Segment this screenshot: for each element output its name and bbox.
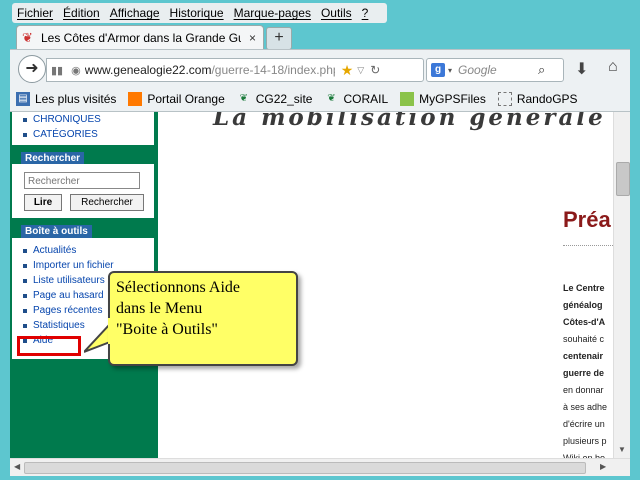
scroll-right-icon[interactable]: ▶ [600, 462, 606, 471]
sidebar-link-chroniques[interactable]: CHRONIQUES [12, 112, 154, 127]
para-line: à ses adhe [563, 402, 608, 412]
sidebar-link-categories[interactable]: CATÉGORIES [12, 127, 154, 142]
bookmark-label: CORAIL [343, 92, 389, 106]
blank-page-icon [497, 92, 512, 106]
tab-title: Les Côtes d'Armor dans la Grande Guerr..… [41, 31, 241, 45]
section-heading: Préa [563, 207, 611, 232]
para-line: souhaité c [563, 334, 605, 344]
para-line: d'écrire un [563, 419, 605, 429]
url-path: /guerre-14-18/index.php [211, 63, 335, 77]
tools-section-title: Boîte à outils [21, 225, 92, 238]
annotation-callout: Sélectionnons Aide dans le Menu "Boite à… [108, 271, 298, 366]
rechercher-button[interactable]: Rechercher [70, 194, 144, 211]
callout-line: dans le Menu [116, 300, 203, 317]
menu-edition[interactable]: Édition [58, 6, 105, 20]
lire-button[interactable]: Lire [24, 194, 62, 211]
bookmark-cg22[interactable]: ❦ CG22_site [237, 92, 313, 106]
horizontal-scroll-thumb[interactable] [24, 462, 586, 474]
bookmark-label: RandoGPS [516, 92, 578, 106]
page-icon: ▮▮ [51, 64, 64, 77]
tab-active[interactable]: ❦ Les Côtes d'Armor dans la Grande Guerr… [16, 25, 264, 50]
bookmark-orange[interactable]: Portail Orange [128, 92, 225, 106]
bookmark-folder-icon: ▤ [16, 92, 30, 106]
bookmarks-bar: ▤ Les plus visités Portail Orange ❦ CG22… [10, 87, 630, 112]
mygps-logo-icon [400, 92, 415, 106]
bookmark-corail[interactable]: ❦ CORAIL [324, 92, 388, 106]
para-line: Côtes-d'A [563, 317, 606, 327]
aide-highlight-box [17, 336, 81, 356]
sidebar-search-input[interactable]: Rechercher [24, 172, 140, 189]
bookmark-randogps[interactable]: RandoGPS [497, 92, 578, 106]
new-tab-button[interactable]: + [266, 27, 292, 50]
nav-toolbar: ➜ ▮▮ ◉ www.genealogie22.com/guerre-14-18… [10, 49, 630, 88]
para-line: centenair [563, 351, 604, 361]
corail-logo-icon: ❦ [327, 93, 336, 104]
para-line: Wiki en bo [563, 453, 606, 458]
url-domain: www.genealogie22.com [84, 63, 212, 77]
article-paragraph: Le Centre généalog Côtes-d'A souhaité c … [563, 280, 615, 458]
back-arrow-icon: ➜ [25, 60, 39, 77]
history-dropdown-icon[interactable]: ▽ [357, 65, 364, 76]
download-icon[interactable]: ⬇ [575, 59, 588, 79]
favicon-icon: ❦ [22, 30, 33, 45]
bookmark-label: MyGPSFiles [419, 92, 486, 106]
bookmark-most-visited[interactable]: ▤ Les plus visités [16, 92, 116, 106]
menu-marque-pages[interactable]: Marque-pages [229, 6, 316, 20]
tab-close-icon[interactable]: × [249, 31, 256, 45]
sidebar-top-links: CHRONIQUES CATÉGORIES [12, 112, 154, 145]
para-line: Le Centre [563, 280, 615, 297]
menu-affichage[interactable]: Affichage [105, 6, 165, 20]
para-line: plusieurs p [563, 436, 607, 446]
heading-divider [563, 245, 613, 246]
url-text: www.genealogie22.com/guerre-14-18/index.… [85, 63, 335, 77]
page-content: CHRONIQUES CATÉGORIES Rechercher Recherc… [10, 112, 630, 458]
vertical-scrollbar[interactable]: ▼ [613, 112, 630, 458]
reload-icon[interactable]: ↻ [370, 63, 380, 77]
bookmark-label: CG22_site [255, 92, 313, 106]
search-icon[interactable]: ⌕ [538, 62, 545, 78]
bookmark-label: Portail Orange [147, 92, 225, 106]
cg22-logo-icon: ❦ [239, 93, 248, 104]
google-engine-icon[interactable]: g [431, 63, 445, 77]
page-banner: La mobilisation générale en Fr [213, 112, 630, 131]
menu-fichier[interactable]: Fichier [12, 6, 58, 20]
engine-dropdown-icon[interactable]: ▾ [448, 66, 452, 75]
para-line: Le Centre [563, 283, 605, 293]
vertical-scroll-thumb[interactable] [616, 162, 630, 196]
menu-help[interactable]: ? [357, 6, 374, 20]
menu-bar: Fichier Édition Affichage Historique Mar… [12, 3, 387, 23]
menu-outils[interactable]: Outils [316, 6, 357, 20]
callout-pointer-cover [108, 318, 116, 344]
orange-logo-icon [128, 92, 143, 106]
browser-window: Fichier Édition Affichage Historique Mar… [0, 0, 640, 480]
para-line: en donnar [563, 385, 604, 395]
tool-link-actualites[interactable]: Actualités [12, 243, 154, 258]
home-icon[interactable]: ⌂ [608, 58, 618, 76]
bookmark-star-icon[interactable]: ★ [341, 62, 354, 79]
callout-line: "Boite à Outils" [116, 321, 218, 338]
bookmark-mygpsfiles[interactable]: MyGPSFiles [400, 92, 486, 106]
menu-historique[interactable]: Historique [165, 6, 229, 20]
search-input[interactable]: Google [458, 63, 538, 77]
search-box[interactable]: g ▾ Google ⌕ [426, 58, 564, 82]
url-bar[interactable]: ▮▮ ◉ www.genealogie22.com/guerre-14-18/i… [46, 58, 424, 82]
bookmark-label: Les plus visités [35, 92, 117, 106]
para-line: généalog [563, 300, 603, 310]
horizontal-scrollbar[interactable]: ◀ ▶ [10, 458, 630, 476]
callout-line: Sélectionnons Aide [116, 279, 240, 296]
scroll-down-icon[interactable]: ▼ [618, 445, 626, 454]
back-button[interactable]: ➜ [18, 55, 46, 83]
scroll-left-icon[interactable]: ◀ [14, 462, 20, 471]
globe-icon: ◉ [71, 64, 81, 77]
para-line: guerre de [563, 368, 605, 378]
